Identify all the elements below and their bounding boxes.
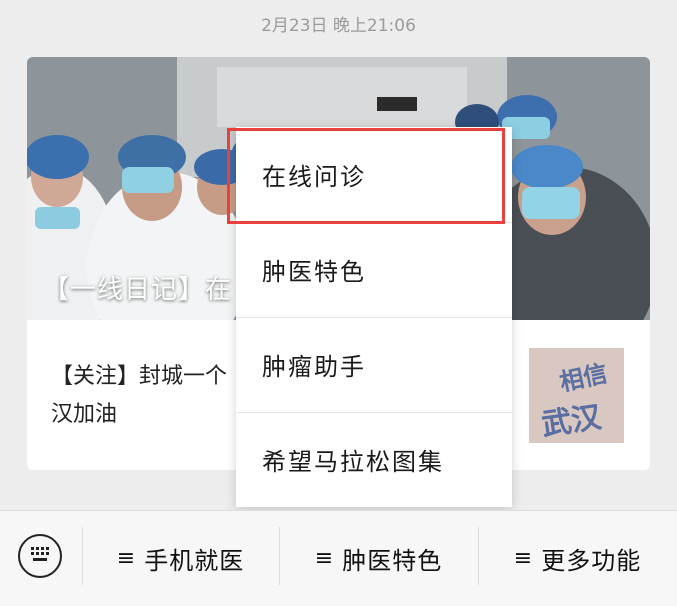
article-thumbnail: 相信 武汉 [529,348,624,443]
menu-item-hope-marathon-gallery[interactable]: 希望马拉松图集 [236,412,512,506]
thumb-text-2: 武汉 [539,399,604,443]
tab-more-functions[interactable]: ≡ 更多功能 [478,511,677,606]
keyboard-icon[interactable] [18,534,62,578]
menu-item-online-consultation[interactable]: 在线问诊 [236,127,512,221]
keyboard-icon-glyph [31,547,49,561]
tab-label: 更多功能 [541,547,642,575]
tab-mobile-medical[interactable]: ≡ 手机就医 [82,511,279,606]
menu-item-tumor-assistant[interactable]: 肿瘤助手 [236,317,512,411]
menu-item-hospital-features[interactable]: 肿医特色 [236,222,512,316]
menu-lines-icon: ≡ [314,546,335,571]
thumb-text-1: 相信 [556,358,610,397]
article-title: 【关注】封城一个 汉加油 [51,358,251,434]
menu-lines-icon: ≡ [116,546,137,571]
menu-lines-icon: ≡ [513,546,534,571]
tab-label: 肿医特色 [342,547,443,575]
article-title-line-1: 【关注】封城一个 [51,364,228,389]
tab-label: 手机就医 [144,547,245,575]
bottom-menu-bar: ≡ 手机就医 ≡ 肿医特色 ≡ 更多功能 [0,510,677,606]
tab-hospital-features[interactable]: ≡ 肿医特色 [279,511,478,606]
hero-title: 【一线日记】在 [43,275,233,305]
popup-menu: 在线问诊 肿医特色 肿瘤助手 希望马拉松图集 [236,127,512,507]
article-title-line-2: 汉加油 [51,402,118,427]
timestamp: 2月23日 晚上21:06 [261,16,416,36]
